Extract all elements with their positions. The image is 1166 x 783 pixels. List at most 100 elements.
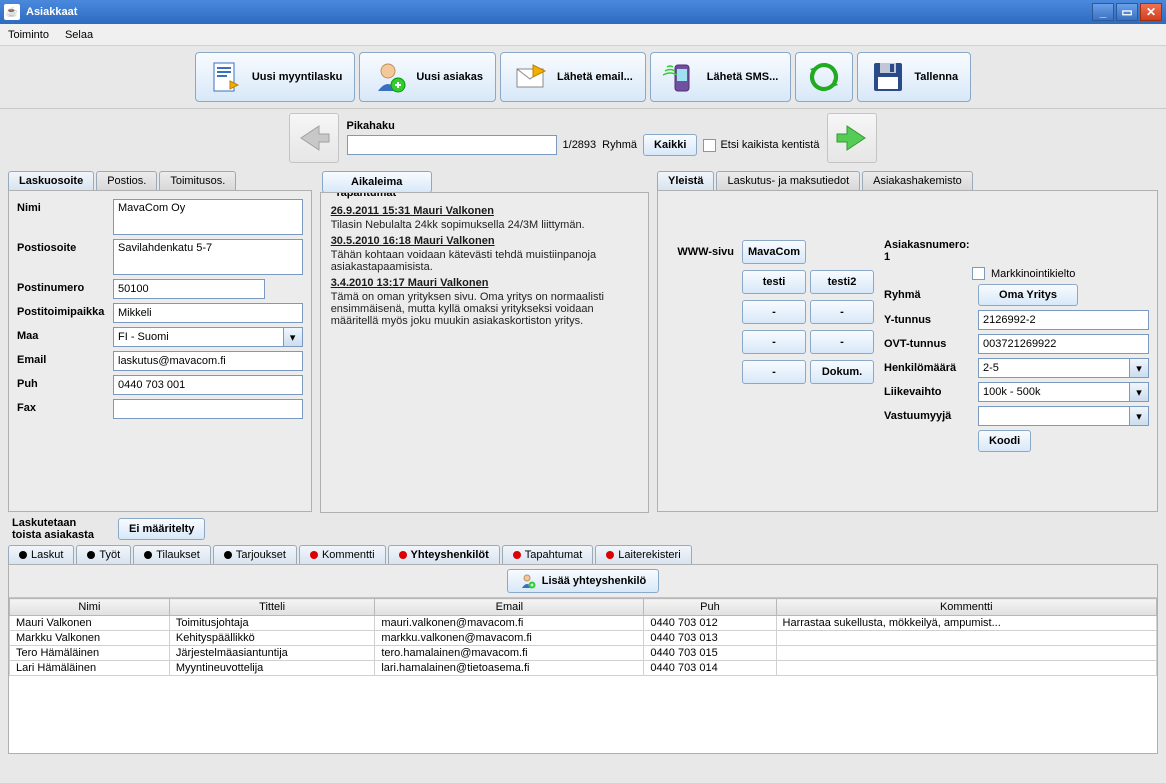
puh-label: Puh <box>17 375 113 390</box>
link-testi[interactable]: testi <box>742 270 806 294</box>
ryhma-label: Ryhmä <box>602 139 637 151</box>
maa-field[interactable] <box>113 327 283 347</box>
henkilomaara-dropdown[interactable]: ▾ <box>1129 358 1149 378</box>
search-all-checkbox[interactable] <box>703 139 716 152</box>
ovt-field[interactable] <box>978 334 1149 354</box>
link-dokum[interactable]: Dokum. <box>810 360 874 384</box>
event-body: Tähän kohtaan voidaan kätevästi tehdä mu… <box>331 249 638 273</box>
link-mavacom[interactable]: MavaCom <box>742 240 806 264</box>
refresh-button[interactable] <box>795 52 853 102</box>
search-row: Pikahaku 1/2893 Ryhmä Kaikki Etsi kaikis… <box>0 109 1166 171</box>
puh-field[interactable] <box>113 375 303 395</box>
dot-icon <box>606 551 614 559</box>
app-icon: ☕ <box>4 4 20 20</box>
link-blank[interactable]: - <box>742 300 806 324</box>
add-contact-button[interactable]: Lisää yhteyshenkilö <box>507 569 660 593</box>
dot-icon <box>513 551 521 559</box>
table-row[interactable]: Mauri ValkonenToimitusjohtajamauri.valko… <box>10 616 1157 631</box>
tab-hakemisto[interactable]: Asiakashakemisto <box>862 171 973 190</box>
tab-toimitusos[interactable]: Toimitusos. <box>159 171 236 190</box>
menu-toiminto[interactable]: Toiminto <box>8 29 49 41</box>
col-titteli[interactable]: Titteli <box>169 599 374 616</box>
bottom-tabs: Laskut Työt Tilaukset Tarjoukset Komment… <box>0 545 1166 564</box>
close-button[interactable]: ✕ <box>1140 3 1162 21</box>
liikevaihto-field[interactable] <box>978 382 1129 402</box>
markkinointikielto-checkbox[interactable] <box>972 267 985 280</box>
sms-icon <box>663 59 699 95</box>
col-kommentti[interactable]: Kommentti <box>776 599 1156 616</box>
vastuumyyja-dropdown[interactable]: ▾ <box>1129 406 1149 426</box>
btab-tarjoukset[interactable]: Tarjoukset <box>213 545 297 564</box>
left-panel: Laskuosoite Postios. Toimitusos. NimiMav… <box>8 171 312 513</box>
tab-laskuosoite[interactable]: Laskuosoite <box>8 171 94 190</box>
tab-postios[interactable]: Postios. <box>96 171 157 190</box>
table-row[interactable]: Lari HämäläinenMyyntineuvottelijalari.ha… <box>10 661 1157 676</box>
col-nimi[interactable]: Nimi <box>10 599 170 616</box>
toolbar: Uusi myyntilasku Uusi asiakas Lähetä ema… <box>0 46 1166 109</box>
new-customer-button[interactable]: Uusi asiakas <box>359 52 496 102</box>
postiosoite-label: Postiosoite <box>17 239 113 254</box>
liikevaihto-dropdown[interactable]: ▾ <box>1129 382 1149 402</box>
vastuumyyja-field[interactable] <box>978 406 1129 426</box>
contacts-table: Nimi Titteli Email Puh Kommentti Mauri V… <box>9 598 1157 676</box>
ryhma-button[interactable]: Oma Yritys <box>978 284 1078 306</box>
link-blank[interactable]: - <box>742 330 806 354</box>
maximize-button[interactable]: ▭ <box>1116 3 1138 21</box>
link-blank[interactable]: - <box>742 360 806 384</box>
btab-laskut[interactable]: Laskut <box>8 545 74 564</box>
btab-laiterekisteri[interactable]: Laiterekisteri <box>595 545 691 564</box>
minimize-button[interactable]: _ <box>1092 3 1114 21</box>
koodi-button[interactable]: Koodi <box>978 430 1031 452</box>
next-button[interactable] <box>827 113 877 163</box>
email-icon <box>513 59 549 95</box>
btab-tyot[interactable]: Työt <box>76 545 131 564</box>
dot-icon <box>310 551 318 559</box>
send-email-label: Lähetä email... <box>557 71 633 83</box>
new-invoice-button[interactable]: Uusi myyntilasku <box>195 52 355 102</box>
table-row[interactable]: Markku ValkonenKehityspäällikkömarkku.va… <box>10 631 1157 646</box>
add-contact-label: Lisää yhteyshenkilö <box>542 575 647 587</box>
btab-tapahtumat[interactable]: Tapahtumat <box>502 545 593 564</box>
col-email[interactable]: Email <box>375 599 644 616</box>
titlebar: ☕ Asiakkaat _ ▭ ✕ <box>0 0 1166 24</box>
send-sms-button[interactable]: Lähetä SMS... <box>650 52 792 102</box>
new-customer-label: Uusi asiakas <box>416 71 483 83</box>
col-puh[interactable]: Puh <box>644 599 776 616</box>
pikahaku-label: Pikahaku <box>347 120 820 132</box>
nimi-label: Nimi <box>17 199 113 214</box>
postiosoite-field[interactable]: Savilahdenkatu 5-7 <box>113 239 303 275</box>
email-field[interactable] <box>113 351 303 371</box>
email-label: Email <box>17 351 113 366</box>
tab-laskutus[interactable]: Laskutus- ja maksutiedot <box>716 171 860 190</box>
tab-yleista[interactable]: Yleistä <box>657 171 714 190</box>
search-all-label: Etsi kaikista kentistä <box>720 139 819 151</box>
postinumero-field[interactable] <box>113 279 265 299</box>
btab-tilaukset[interactable]: Tilaukset <box>133 545 211 564</box>
kaikki-button[interactable]: Kaikki <box>643 134 697 156</box>
postitoimipaikka-field[interactable] <box>113 303 303 323</box>
fax-field[interactable] <box>113 399 303 419</box>
link-testi2[interactable]: testi2 <box>810 270 874 294</box>
btab-yhteyshenkilot[interactable]: Yhteyshenkilöt <box>388 545 500 564</box>
henkilomaara-field[interactable] <box>978 358 1129 378</box>
prev-button[interactable] <box>289 113 339 163</box>
link-blank[interactable]: - <box>810 300 874 324</box>
right-panel: Yleistä Laskutus- ja maksutiedot Asiakas… <box>657 171 1158 513</box>
link-blank[interactable]: - <box>810 330 874 354</box>
search-input[interactable] <box>347 135 557 155</box>
nimi-field[interactable]: MavaCom Oy <box>113 199 303 235</box>
ryhma-label2: Ryhmä <box>884 289 972 301</box>
table-row[interactable]: Tero HämäläinenJärjestelmäasiantuntijate… <box>10 646 1157 661</box>
aikaleima-button[interactable]: Aikaleima <box>322 171 432 193</box>
btab-kommentti[interactable]: Kommentti <box>299 545 386 564</box>
ovt-label: OVT-tunnus <box>884 338 972 350</box>
send-email-button[interactable]: Lähetä email... <box>500 52 646 102</box>
save-button[interactable]: Tallenna <box>857 52 971 102</box>
maa-dropdown[interactable]: ▾ <box>283 327 303 347</box>
event-body: Tämä on oman yrityksen sivu. Oma yritys … <box>331 291 638 327</box>
arrow-left-icon <box>295 124 333 152</box>
ei-maaritelty-button[interactable]: Ei määritelty <box>118 518 205 540</box>
ytunnus-field[interactable] <box>978 310 1149 330</box>
dot-icon <box>144 551 152 559</box>
menu-selaa[interactable]: Selaa <box>65 29 93 41</box>
